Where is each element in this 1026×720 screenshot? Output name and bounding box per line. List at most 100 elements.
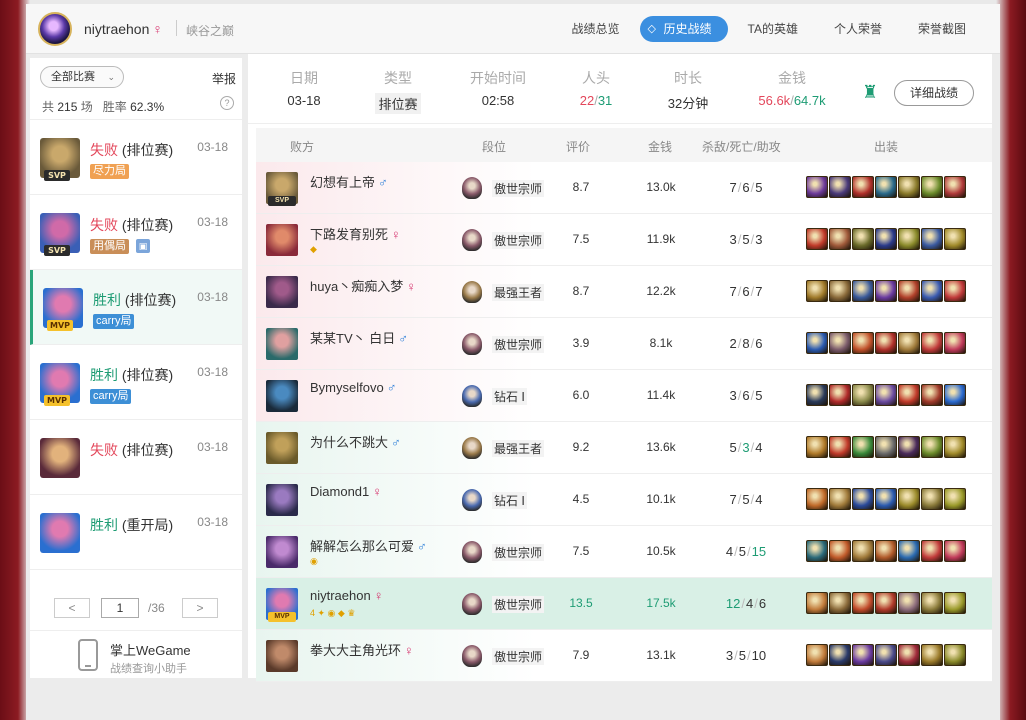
player-name[interactable]: Bymyselfovo ♂ [310,380,396,395]
match-list-item[interactable]: MVP 胜利 (排位赛) 03-18 carry局 [30,345,242,420]
table-row[interactable]: huya丶痴痴入梦 ♀ 最强王者 8.7 12.2k 7/6/7 [256,266,992,318]
match-list-item[interactable]: 失败 (排位赛) 03-18 [30,420,242,495]
item-icon[interactable] [944,644,966,666]
item-icon[interactable] [852,280,874,302]
item-icon[interactable] [898,488,920,510]
item-icon[interactable] [829,384,851,406]
table-row[interactable]: 拳大大主角光环 ♀ 傲世宗师 7.9 13.1k 3/5/10 [256,630,992,682]
detail-stats-button[interactable]: 详细战绩 [894,80,974,106]
table-row[interactable]: MVP niytraehon ♀ 4 ✦ ◉ ◆ ♛ 傲世宗师 13.5 17.5k 12/4… [256,578,992,630]
player-name[interactable]: huya丶痴痴入梦 ♀ [310,276,416,295]
item-icon[interactable] [921,644,943,666]
item-icon[interactable] [921,176,943,198]
item-icon[interactable] [898,592,920,614]
item-icon[interactable] [806,488,828,510]
item-icon[interactable] [829,592,851,614]
item-icon[interactable] [829,644,851,666]
match-list-item[interactable]: MVP 胜利 (排位赛) 03-18 carry局 [30,270,242,345]
item-icon[interactable] [898,176,920,198]
table-row[interactable]: Diamond1 ♀ 钻石 Ⅰ 4.5 10.1k 7/5/4 [256,474,992,526]
item-icon[interactable] [806,592,828,614]
item-icon[interactable] [829,176,851,198]
table-row[interactable]: Bymyselfovo ♂ 钻石 Ⅰ 6.0 11.4k 3/6/5 [256,370,992,422]
item-icon[interactable] [944,592,966,614]
item-icon[interactable] [852,228,874,250]
item-icon[interactable] [829,488,851,510]
item-icon[interactable] [944,228,966,250]
report-link[interactable]: 举报 [212,70,236,87]
item-icon[interactable] [852,436,874,458]
item-icon[interactable] [944,488,966,510]
item-icon[interactable] [806,540,828,562]
item-icon[interactable] [806,176,828,198]
item-icon[interactable] [852,592,874,614]
item-icon[interactable] [944,280,966,302]
avatar[interactable] [38,12,72,46]
item-icon[interactable] [875,488,897,510]
item-icon[interactable] [898,228,920,250]
item-icon[interactable] [875,176,897,198]
nav-tab[interactable]: 荣誉截图 [902,16,982,42]
item-icon[interactable] [829,228,851,250]
item-icon[interactable] [944,384,966,406]
item-icon[interactable] [944,332,966,354]
item-icon[interactable] [875,332,897,354]
match-list-item[interactable]: SVP 失败 (排位赛) 03-18 尽力局 [30,120,242,195]
item-icon[interactable] [806,228,828,250]
nav-tab[interactable]: 历史战绩 [639,16,728,42]
table-row[interactable]: 为什么不跳大 ♂ 最强王者 9.2 13.6k 5/3/4 [256,422,992,474]
item-icon[interactable] [875,540,897,562]
item-icon[interactable] [806,644,828,666]
player-name[interactable]: niytraehon ♀ [310,588,383,603]
item-icon[interactable] [875,436,897,458]
item-icon[interactable] [875,228,897,250]
item-icon[interactable] [806,280,828,302]
prev-page-button[interactable]: < [54,598,90,618]
next-page-button[interactable]: > [182,598,218,618]
item-icon[interactable] [875,280,897,302]
item-icon[interactable] [875,592,897,614]
item-icon[interactable] [852,540,874,562]
table-row[interactable]: 下路发育别死 ♀ ◆ 傲世宗师 7.5 11.9k 3/5/3 [256,214,992,266]
item-icon[interactable] [852,384,874,406]
item-icon[interactable] [852,488,874,510]
share-icon[interactable]: ♜ [862,82,882,104]
help-icon[interactable]: ? [220,96,234,110]
item-icon[interactable] [898,332,920,354]
item-icon[interactable] [806,436,828,458]
player-name[interactable]: 幻想有上帝 ♂ [310,172,388,191]
item-icon[interactable] [829,332,851,354]
item-icon[interactable] [829,540,851,562]
player-name[interactable]: 为什么不跳大 ♂ [310,432,401,451]
item-icon[interactable] [944,436,966,458]
item-icon[interactable] [944,176,966,198]
page-input[interactable]: 1 [101,598,139,618]
table-row[interactable]: SVP 幻想有上帝 ♂ 傲世宗师 8.7 13.0k 7/6/5 [256,162,992,214]
item-icon[interactable] [875,644,897,666]
player-name[interactable]: 下路发育别死 ♀ [310,224,401,243]
item-icon[interactable] [898,384,920,406]
player-name[interactable]: 某某TV丶 白日 ♂ [310,328,408,347]
item-icon[interactable] [898,540,920,562]
item-icon[interactable] [921,436,943,458]
item-icon[interactable] [921,280,943,302]
item-icon[interactable] [944,540,966,562]
item-icon[interactable] [829,280,851,302]
item-icon[interactable] [875,384,897,406]
item-icon[interactable] [921,384,943,406]
item-icon[interactable] [806,384,828,406]
player-name[interactable]: Diamond1 ♀ [310,484,382,499]
item-icon[interactable] [852,644,874,666]
item-icon[interactable] [898,436,920,458]
table-row[interactable]: 解解怎么那么可爱 ♂ ◉ 傲世宗师 7.5 10.5k 4/5/15 [256,526,992,578]
item-icon[interactable] [852,176,874,198]
item-icon[interactable] [829,436,851,458]
nav-tab[interactable]: 个人荣誉 [818,16,898,42]
item-icon[interactable] [898,644,920,666]
wegame-promo[interactable]: 掌上WeGame 战绩查询小助手 [30,630,242,678]
table-row[interactable]: 某某TV丶 白日 ♂ 傲世宗师 3.9 8.1k 2/8/6 [256,318,992,370]
match-filter-select[interactable]: 全部比赛 ⌄ [40,66,124,88]
item-icon[interactable] [898,280,920,302]
player-name[interactable]: 解解怎么那么可爱 ♂ [310,536,427,555]
item-icon[interactable] [921,592,943,614]
